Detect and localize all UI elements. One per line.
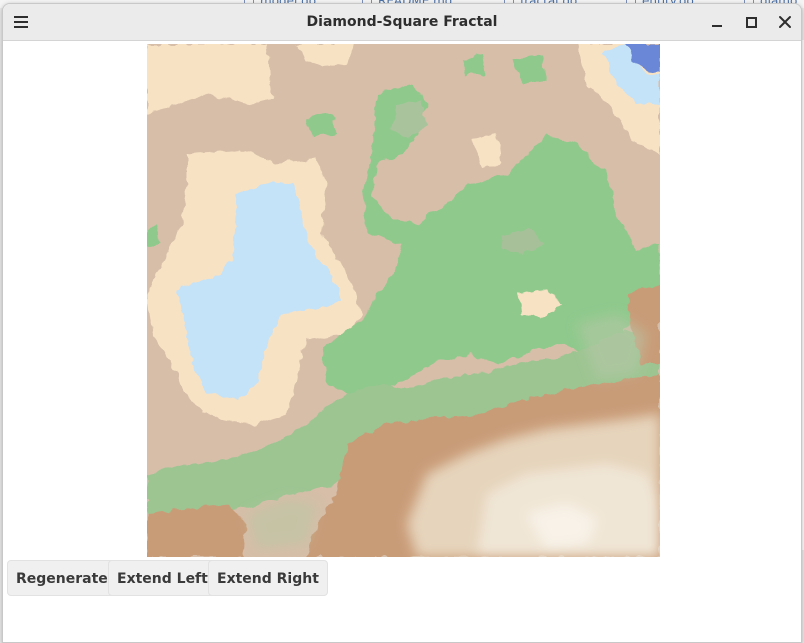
app-window: Diamond-Square Fractal Regenerate Extend… xyxy=(2,3,802,643)
maximize-button[interactable] xyxy=(741,12,761,32)
close-button[interactable] xyxy=(775,12,795,32)
title-bar[interactable]: Diamond-Square Fractal xyxy=(3,4,801,41)
minimize-button[interactable] xyxy=(707,12,727,32)
fractal-canvas[interactable] xyxy=(147,44,660,557)
close-icon xyxy=(779,16,791,28)
minimize-icon xyxy=(712,25,722,27)
extend-right-button[interactable]: Extend Right xyxy=(208,560,328,596)
regenerate-button[interactable]: Regenerate xyxy=(7,560,117,596)
maximize-icon xyxy=(746,17,757,28)
window-title: Diamond-Square Fractal xyxy=(306,14,498,30)
extend-left-button[interactable]: Extend Left xyxy=(108,560,217,596)
terrain-map xyxy=(147,44,660,557)
